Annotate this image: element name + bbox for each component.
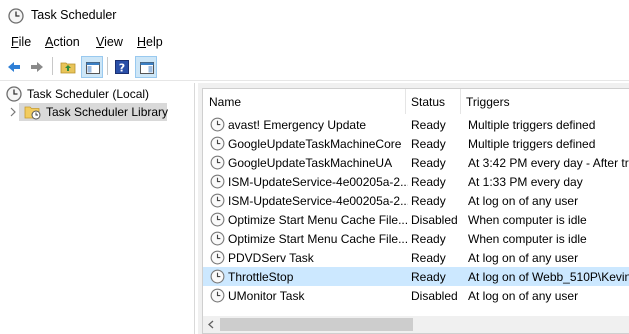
menu-file[interactable]: File: [11, 35, 31, 49]
cell-name: avast! Emergency Update: [228, 118, 367, 132]
window-title: Task Scheduler: [31, 8, 117, 22]
cell-name: Optimize Start Menu Cache File...: [228, 232, 408, 246]
back-button[interactable]: [3, 56, 25, 78]
task-clock-icon: [210, 288, 225, 303]
cell-status: Ready: [411, 270, 446, 284]
table-row[interactable]: ISM-UpdateService-4e00205a-2... Ready At l…: [203, 191, 629, 210]
back-arrow-icon: [8, 62, 20, 72]
column-header-triggers[interactable]: Triggers: [460, 89, 629, 114]
menu-help[interactable]: Help: [137, 35, 163, 49]
task-clock-icon: [210, 155, 225, 170]
forward-arrow-icon: [31, 62, 43, 72]
column-header-name[interactable]: Name: [203, 89, 406, 114]
expand-chevron-icon[interactable]: [9, 106, 17, 121]
folder-clock-icon: [24, 104, 42, 123]
task-clock-icon: [210, 231, 225, 246]
cell-triggers: When computer is idle: [468, 213, 587, 227]
show-hide-action-pane-button[interactable]: [135, 56, 157, 78]
table-row[interactable]: Optimize Start Menu Cache File... Disable…: [203, 210, 629, 229]
table-row[interactable]: PDVDServ Task Ready At log on of any user: [203, 248, 629, 267]
cell-status: Ready: [411, 251, 446, 265]
cell-name: GoogleUpdateTaskMachineUA: [228, 156, 393, 170]
show-hide-action-pane-icon: [140, 62, 154, 74]
scrollbar-thumb[interactable]: [220, 318, 413, 331]
toolbar: ?: [0, 53, 629, 81]
task-clock-icon: [210, 174, 225, 189]
task-clock-icon: [210, 136, 225, 151]
task-clock-icon: [210, 193, 225, 208]
cell-triggers: At 3:42 PM every day - After triggered, …: [468, 156, 629, 170]
cell-status: Ready: [411, 156, 446, 170]
up-folder-icon: [60, 62, 76, 74]
cell-status: Ready: [411, 232, 446, 246]
cell-name: GoogleUpdateTaskMachineCore: [228, 137, 402, 151]
task-clock-icon: [210, 117, 225, 132]
help-button[interactable]: ?: [111, 56, 133, 78]
cell-status: Disabled: [411, 289, 458, 303]
console-tree: Task Scheduler (Local) Task Scheduler Li…: [0, 83, 195, 334]
table-row[interactable]: GoogleUpdateTaskMachineUA Ready At 3:42 PM…: [203, 153, 629, 172]
task-scheduler-clock-icon: [8, 8, 24, 24]
cell-triggers: At log on of any user: [468, 251, 579, 265]
table-row[interactable]: ISM-UpdateService-4e00205a-2... Ready At 1…: [203, 172, 629, 191]
cell-name: ThrottleStop: [228, 270, 294, 284]
show-hide-tree-icon: [86, 62, 100, 74]
cell-status: Ready: [411, 175, 446, 189]
cell-triggers: Multiple triggers defined: [468, 137, 596, 151]
horizontal-scrollbar[interactable]: [203, 316, 629, 333]
cell-triggers: When computer is idle: [468, 232, 587, 246]
column-header-status[interactable]: Status: [405, 89, 461, 114]
table-row[interactable]: UMonitor Task Disabled At log on of any us…: [203, 286, 629, 305]
cell-name: PDVDServ Task: [228, 251, 314, 265]
cell-triggers: At log on of any user: [468, 289, 579, 303]
cell-triggers: At log on of Webb_510P\Kevin: [468, 270, 629, 284]
up-one-level-button[interactable]: [57, 56, 79, 78]
tree-item-label: Task Scheduler (Local): [27, 87, 150, 101]
cell-status: Ready: [411, 118, 446, 132]
show-hide-console-tree-button[interactable]: [81, 56, 103, 78]
forward-button[interactable]: [26, 56, 48, 78]
table-row[interactable]: ThrottleStop Ready At log on of Webb_510P\…: [203, 267, 629, 286]
cell-name: ISM-UpdateService-4e00205a-2...: [228, 175, 408, 189]
cell-name: UMonitor Task: [228, 289, 305, 303]
cell-name: ISM-UpdateService-4e00205a-2...: [228, 194, 408, 208]
cell-triggers: At 1:33 PM every day: [468, 175, 583, 189]
table-row[interactable]: GoogleUpdateTaskMachineCore Ready Multiple…: [203, 134, 629, 153]
cell-status: Disabled: [411, 213, 458, 227]
title-bar: Task Scheduler: [0, 0, 629, 32]
svg-text:?: ?: [119, 62, 125, 75]
task-clock-icon: [210, 269, 225, 284]
cell-triggers: Multiple triggers defined: [468, 118, 596, 132]
cell-status: Ready: [411, 194, 446, 208]
menu-bar: File Action View Help: [0, 32, 629, 53]
cell-name: Optimize Start Menu Cache File...: [228, 213, 408, 227]
table-row[interactable]: Optimize Start Menu Cache File... Ready Wh…: [203, 229, 629, 248]
task-clock-icon: [210, 250, 225, 265]
scroll-left-icon[interactable]: [203, 316, 220, 333]
menu-view[interactable]: View: [96, 35, 123, 49]
cell-triggers: At log on of any user: [468, 194, 579, 208]
tree-item-label: Task Scheduler Library: [46, 105, 169, 119]
toolbar-separator: [52, 57, 53, 75]
task-clock-icon: [210, 212, 225, 227]
tree-item-task-scheduler-local[interactable]: Task Scheduler (Local): [0, 85, 194, 103]
help-icon: ?: [115, 60, 129, 75]
toolbar-separator: [107, 57, 108, 75]
table-row[interactable]: avast! Emergency Update Ready Multiple tri…: [203, 115, 629, 134]
cell-status: Ready: [411, 137, 446, 151]
task-list: Name Status Triggers avast! Emergency Up…: [202, 88, 629, 334]
menu-action[interactable]: Action: [45, 35, 80, 49]
